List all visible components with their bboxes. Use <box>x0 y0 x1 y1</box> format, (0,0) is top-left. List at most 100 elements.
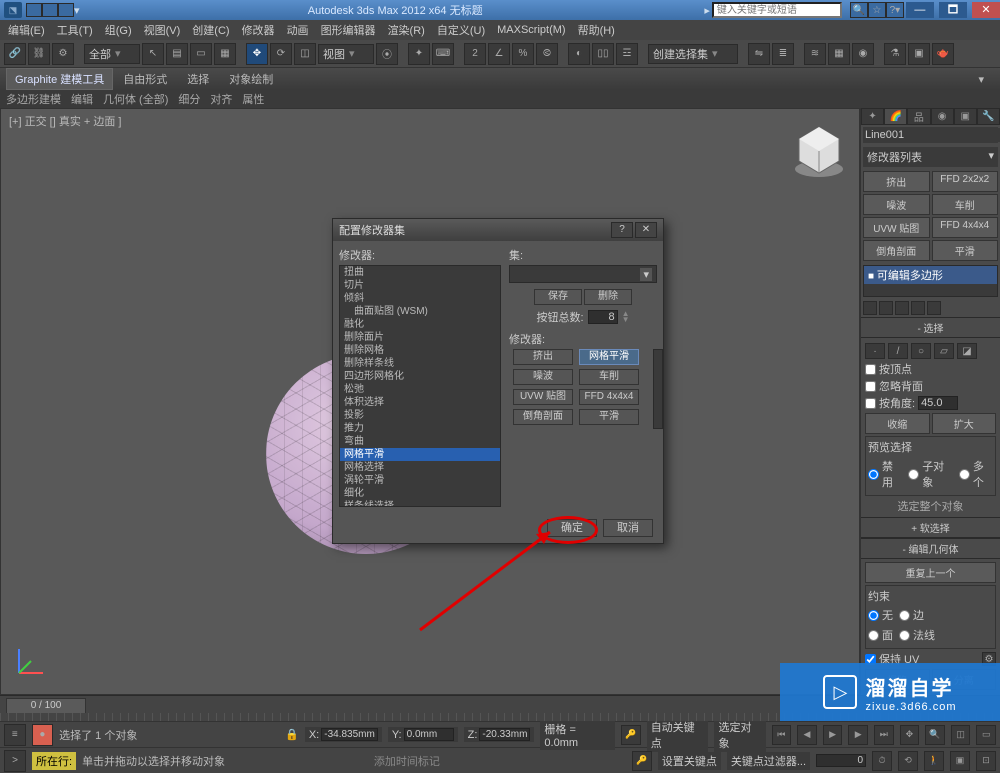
snap-spinner-icon[interactable]: ⧀ <box>536 43 558 65</box>
nav-fov-icon[interactable]: ◫ <box>951 725 971 745</box>
link-icon[interactable]: 🔗 <box>4 43 26 65</box>
subobj-border-icon[interactable]: ○ <box>911 343 931 359</box>
qa-btn3[interactable] <box>58 3 74 17</box>
subobj-vertex-icon[interactable]: · <box>865 343 885 359</box>
graphite-tool-tab[interactable]: Graphite 建模工具 <box>6 68 113 90</box>
z-coord[interactable]: -20.33mm <box>479 728 530 741</box>
help-dropdown[interactable]: ?▾ <box>886 2 904 18</box>
scale-icon[interactable]: ◫ <box>294 43 316 65</box>
nav-misc-icon[interactable]: ⊡ <box>976 751 996 771</box>
render-icon[interactable]: 🫖 <box>932 43 954 65</box>
mod-btn[interactable]: FFD 2x2x2 <box>932 171 999 192</box>
preview-radio-disable[interactable] <box>868 469 879 480</box>
modifier-stack[interactable]: ■ 可编辑多边形 <box>863 265 998 297</box>
nav-zoom-icon[interactable]: 🔍 <box>925 725 945 745</box>
constraint-none[interactable] <box>868 610 879 621</box>
menu-item[interactable]: 编辑(E) <box>4 22 49 38</box>
modifier-list-item[interactable]: 松弛 <box>340 383 500 396</box>
mirror-icon[interactable]: ◐ <box>568 43 590 65</box>
y-coord[interactable]: 0.0mm <box>404 728 454 741</box>
graphite-tab[interactable]: 自由形式 <box>113 71 177 87</box>
key-mode-icon[interactable]: 🔑 <box>621 725 641 745</box>
set-btn[interactable]: 平滑 <box>579 409 639 425</box>
modifier-list-item[interactable]: 删除样条线 <box>340 357 500 370</box>
schematic-icon[interactable]: ▦ <box>828 43 850 65</box>
tab-utilities[interactable]: 🔧 <box>977 108 1000 125</box>
save-button[interactable]: 保存 <box>534 289 582 305</box>
object-name-input[interactable] <box>865 128 1000 142</box>
modifier-list-item[interactable]: 曲面贴图 (WSM) <box>340 305 500 318</box>
goto-end-icon[interactable]: ⏭ <box>874 725 894 745</box>
render-setup-icon[interactable]: ⚗ <box>884 43 906 65</box>
maximize-button[interactable]: 🗖 <box>939 2 967 18</box>
modifier-list-item[interactable]: 投影 <box>340 409 500 422</box>
cancel-button[interactable]: 取消 <box>603 519 653 537</box>
rollout-selection[interactable]: - 选择 <box>861 317 1000 338</box>
help-arrow-icon[interactable]: ▸ <box>704 4 710 17</box>
help-icon[interactable]: ☆ <box>868 2 886 18</box>
modifier-list-item[interactable]: 倾斜 <box>340 292 500 305</box>
goto-start-icon[interactable]: ⏮ <box>772 725 792 745</box>
sets-combo[interactable] <box>509 265 657 283</box>
constraint-edge[interactable] <box>899 610 910 621</box>
check-by-vertex[interactable] <box>865 364 876 375</box>
menu-item[interactable]: 视图(V) <box>140 22 185 38</box>
set-btn[interactable]: 挤出 <box>513 349 573 365</box>
align-icon[interactable]: ▯▯ <box>592 43 614 65</box>
tab-hierarchy[interactable]: 品 <box>907 108 930 125</box>
modifier-list-item[interactable]: 切片 <box>340 279 500 292</box>
menu-item[interactable]: 图形编辑器 <box>317 22 380 38</box>
nav-orbit-icon[interactable]: ⟲ <box>898 751 918 771</box>
bind-icon[interactable]: ⚙ <box>52 43 74 65</box>
delete-button[interactable]: 删除 <box>584 289 632 305</box>
unlink-icon[interactable]: ⛓ <box>28 43 50 65</box>
dialog-title-bar[interactable]: 配置修改器集 ? ✕ <box>333 219 663 241</box>
stack-unique-icon[interactable] <box>895 301 909 315</box>
subobj-poly-icon[interactable]: ▱ <box>934 343 954 359</box>
set-btn[interactable]: 噪波 <box>513 369 573 385</box>
set-btn[interactable]: FFD 4x4x4 <box>579 389 639 405</box>
manip-icon[interactable]: ✦ <box>408 43 430 65</box>
snap-percent-icon[interactable]: % <box>512 43 534 65</box>
menu-item[interactable]: 帮助(H) <box>574 22 619 38</box>
selection-filter-dropdown[interactable]: 全部 <box>84 44 140 64</box>
graphite-expand-icon[interactable]: ▾ <box>968 73 994 86</box>
named-selection-combo[interactable]: 创建选择集 <box>648 44 738 64</box>
graphite-sub[interactable]: 细分 <box>178 91 200 107</box>
help-search-go[interactable]: 🔍 <box>850 2 868 18</box>
layer-icon[interactable]: ☲ <box>616 43 638 65</box>
modifier-list-item[interactable]: 删除网格 <box>340 344 500 357</box>
time-config-icon[interactable]: ⏱ <box>872 751 892 771</box>
time-slider[interactable]: 0 / 100 <box>6 698 86 714</box>
render-frame-icon[interactable]: ▣ <box>908 43 930 65</box>
modifier-list-item[interactable]: 弯曲 <box>340 435 500 448</box>
repeat-last-button[interactable]: 重复上一个 <box>865 562 996 583</box>
modifier-list-item[interactable]: 细化 <box>340 487 500 500</box>
help-search-input[interactable] <box>712 2 842 18</box>
check-by-angle[interactable] <box>865 398 876 409</box>
mod-btn[interactable]: 平滑 <box>932 240 999 261</box>
autokey-button[interactable]: 自动关键点 <box>647 718 709 752</box>
nav-walk-icon[interactable]: 🚶 <box>924 751 944 771</box>
tab-motion[interactable]: ◉ <box>931 108 954 125</box>
set-btn-highlighted[interactable]: 网格平滑 <box>579 349 639 365</box>
angle-spinner[interactable]: 45.0 <box>918 396 958 410</box>
viewcube[interactable] <box>789 119 849 179</box>
graphite-tab[interactable]: 对象绘制 <box>219 71 283 87</box>
modifier-list-item[interactable]: 四边形网格化 <box>340 370 500 383</box>
menu-item[interactable]: 修改器 <box>238 22 279 38</box>
window-crossing-icon[interactable]: ▦ <box>214 43 236 65</box>
snap-2d-icon[interactable]: 2 <box>464 43 486 65</box>
graphite-tab[interactable]: 选择 <box>177 71 219 87</box>
keyfilter-button[interactable]: 关键点过滤器... <box>727 752 810 770</box>
ok-button[interactable]: 确定 <box>547 519 597 537</box>
play-icon[interactable]: ▶ <box>823 725 843 745</box>
qa-btn[interactable] <box>26 3 42 17</box>
next-frame-icon[interactable]: ▶ <box>848 725 868 745</box>
script-mini-icon[interactable]: ≡ <box>4 724 26 746</box>
close-button[interactable]: ✕ <box>972 2 1000 18</box>
stack-show-icon[interactable] <box>879 301 893 315</box>
modifier-list-item[interactable]: 体积选择 <box>340 396 500 409</box>
menu-item[interactable]: 创建(C) <box>188 22 233 38</box>
dialog-close-button[interactable]: ✕ <box>635 222 657 238</box>
